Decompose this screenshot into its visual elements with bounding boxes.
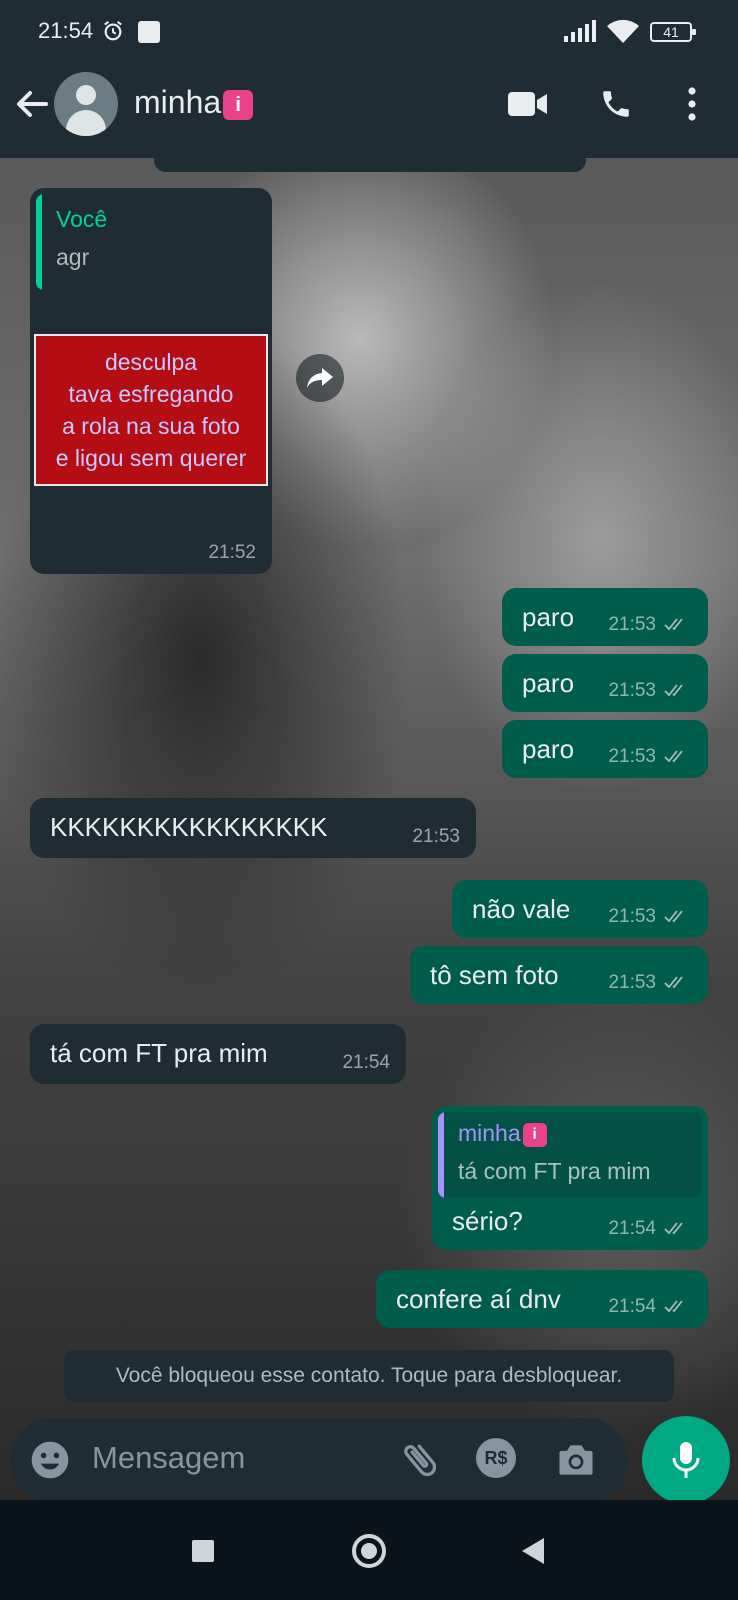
sticker-line: tava esfregando: [68, 381, 234, 407]
forward-button[interactable]: [296, 354, 344, 402]
signal-icon: [564, 20, 596, 42]
information-emoji-icon: i: [223, 90, 254, 120]
message-text: confere aí dnv: [396, 1284, 561, 1314]
message-outgoing[interactable]: paro 21:53: [502, 588, 708, 646]
message-composer[interactable]: Mensagem R$: [10, 1418, 628, 1500]
message-text: paro: [522, 602, 575, 632]
sticker-line: desculpa: [104, 349, 198, 375]
quote-author: Você: [56, 206, 108, 232]
system-navigation-bar: [0, 1500, 738, 1600]
forward-icon: [307, 368, 333, 388]
video-call-button[interactable]: [506, 82, 550, 126]
mic-icon: [672, 1442, 700, 1478]
message-text: paro: [522, 734, 575, 764]
more-vert-icon: [688, 87, 696, 121]
video-call-icon: [508, 92, 547, 116]
read-ticks-icon: [664, 1222, 683, 1235]
notification-icon: [138, 21, 160, 43]
message-time: 21:54: [342, 1052, 390, 1073]
read-ticks-icon: [664, 910, 683, 923]
message-time: 21:53: [608, 906, 692, 928]
message-incoming[interactable]: tá com FT pra mim 21:54: [30, 1024, 406, 1084]
attach-icon[interactable]: [398, 1438, 442, 1482]
back-arrow-icon[interactable]: [12, 84, 52, 124]
read-ticks-icon: [664, 750, 683, 763]
phone-icon: [603, 91, 629, 117]
more-options-button[interactable]: [674, 82, 710, 126]
message-text: tá com FT pra mim: [50, 1038, 268, 1068]
recent-apps-button[interactable]: [192, 1540, 214, 1562]
message-outgoing[interactable]: tô sem foto 21:53: [410, 946, 708, 1004]
message-text: paro: [522, 668, 575, 698]
sticker-line: a rola na sua foto: [62, 413, 240, 439]
date-pill-partial: [154, 158, 586, 172]
read-ticks-icon: [664, 684, 683, 697]
chat-area[interactable]: Você agr desculpa tava esfregando a rola…: [0, 158, 738, 1500]
message-time: 21:53: [608, 746, 692, 768]
message-outgoing[interactable]: não vale 21:53: [452, 880, 708, 938]
message-time: 21:54: [608, 1218, 692, 1240]
quoted-message[interactable]: Você agr: [36, 194, 266, 290]
read-ticks-icon: [664, 976, 683, 989]
voice-message-button[interactable]: [642, 1416, 730, 1500]
status-bar: 21:54 41: [0, 0, 738, 64]
read-ticks-icon: [664, 1300, 683, 1313]
message-text: tô sem foto: [430, 960, 559, 990]
wifi-icon: [607, 19, 639, 43]
message-text: não vale: [472, 894, 571, 924]
message-time: 21:53: [412, 826, 460, 847]
payment-button[interactable]: R$: [476, 1438, 516, 1478]
message-outgoing[interactable]: paro 21:53: [502, 654, 708, 712]
sticker-line: e ligou sem querer: [55, 445, 247, 471]
chat-header: minha i: [0, 64, 738, 158]
quote-text: tá com FT pra mim: [458, 1158, 651, 1184]
message-incoming-sticker[interactable]: Você agr desculpa tava esfregando a rola…: [30, 188, 272, 574]
information-emoji-icon: i: [522, 1123, 547, 1147]
contact-name-text: minha: [134, 84, 222, 120]
app-header: 21:54 41 minha i: [0, 0, 738, 158]
message-outgoing-reply[interactable]: minha i tá com FT pra mim sério? 21:54: [432, 1106, 708, 1250]
message-time: 21:53: [608, 972, 692, 994]
message-text: sério?: [452, 1206, 523, 1236]
message-time: 21:53: [608, 680, 692, 702]
message-input[interactable]: Mensagem: [92, 1440, 245, 1476]
camera-icon[interactable]: [554, 1438, 598, 1482]
home-button[interactable]: [352, 1534, 386, 1568]
message-time: 21:53: [608, 614, 692, 636]
quote-text: agr: [56, 244, 90, 270]
message-time: 21:54: [608, 1296, 692, 1318]
quote-author: minha i: [458, 1120, 547, 1147]
contact-avatar[interactable]: [54, 72, 118, 136]
sticker-image[interactable]: desculpa tava esfregando a rola na sua f…: [34, 334, 268, 486]
emoji-icon[interactable]: [28, 1438, 72, 1482]
message-incoming[interactable]: KKKKKKKKKKKKKKKK 21:53: [30, 798, 476, 858]
status-time: 21:54: [38, 18, 94, 43]
message-outgoing[interactable]: paro 21:53: [502, 720, 708, 778]
alarm-icon: [104, 21, 122, 41]
read-ticks-icon: [664, 618, 683, 631]
voice-call-button[interactable]: [594, 82, 638, 126]
system-back-button[interactable]: [522, 1538, 544, 1564]
contact-name[interactable]: minha i: [134, 84, 254, 121]
message-text: KKKKKKKKKKKKKKKK: [50, 812, 328, 842]
blocked-contact-notice[interactable]: Você bloqueou esse contato. Toque para d…: [64, 1350, 674, 1402]
battery-indicator: 41: [650, 22, 696, 42]
quoted-message[interactable]: minha i tá com FT pra mim: [438, 1112, 702, 1198]
message-time: 21:52: [208, 542, 256, 563]
message-outgoing[interactable]: confere aí dnv 21:54: [376, 1270, 708, 1328]
